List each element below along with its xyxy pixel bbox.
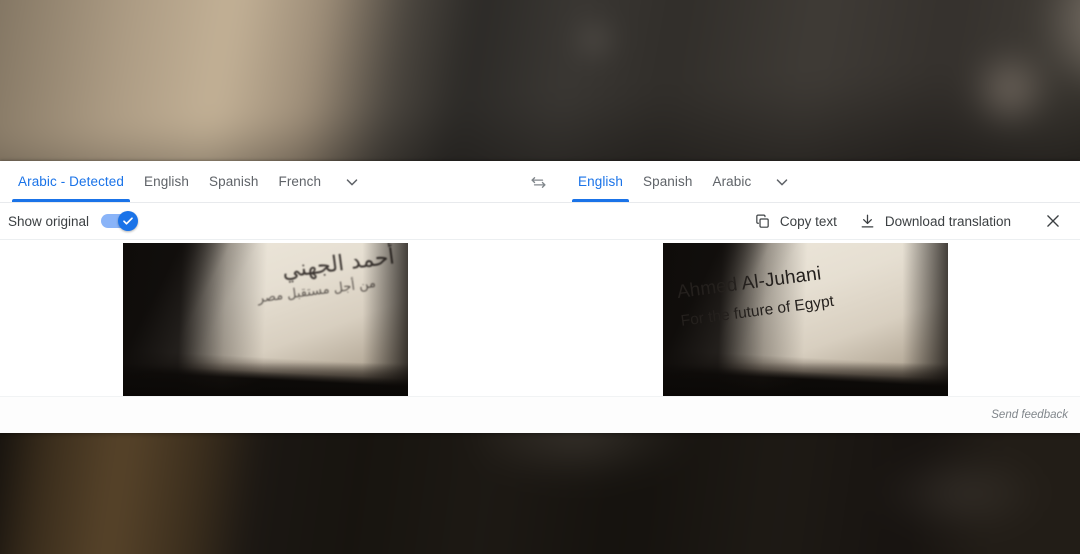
- show-original-control[interactable]: Show original: [0, 211, 139, 231]
- check-icon: [122, 215, 134, 227]
- source-tab-arabic-detected[interactable]: Arabic - Detected: [8, 161, 134, 202]
- source-tab-spanish[interactable]: Spanish: [199, 161, 269, 202]
- translate-panel: Arabic - Detected English Spanish French: [0, 161, 1080, 433]
- source-tab-french-label: French: [278, 174, 322, 189]
- language-bar: Arabic - Detected English Spanish French: [0, 161, 1080, 203]
- translated-image-thumbnail[interactable]: Ahmed Al-Juhani For the future of Egypt: [663, 243, 948, 396]
- source-tab-english-label: English: [144, 174, 189, 189]
- send-feedback-link[interactable]: Send feedback: [991, 409, 1068, 421]
- chevron-down-icon: [343, 173, 361, 191]
- show-original-label: Show original: [8, 213, 90, 229]
- panel-footer: Send feedback: [0, 396, 1080, 433]
- close-icon: [1044, 212, 1062, 230]
- close-button[interactable]: [1036, 206, 1070, 236]
- copy-icon: [754, 213, 771, 230]
- source-tab-arabic-detected-label: Arabic - Detected: [18, 174, 124, 189]
- chevron-down-icon: [773, 173, 791, 191]
- source-language-tabs: Arabic - Detected English Spanish French: [0, 161, 373, 202]
- target-tab-spanish[interactable]: Spanish: [633, 161, 703, 202]
- original-photo: [123, 243, 408, 396]
- copy-text-button[interactable]: Copy text: [745, 208, 846, 235]
- video-background-bottom: [0, 433, 1080, 554]
- swap-horizontal-icon: [529, 173, 548, 192]
- blurred-video-frame-bottom: [0, 433, 1080, 554]
- source-language-more-button[interactable]: [331, 161, 373, 202]
- source-tab-english[interactable]: English: [134, 161, 199, 202]
- download-translation-label: Download translation: [884, 213, 1011, 229]
- screen: Arabic - Detected English Spanish French: [0, 0, 1080, 554]
- target-tab-spanish-label: Spanish: [642, 174, 693, 189]
- video-background-top: [0, 0, 1080, 161]
- original-image-thumbnail[interactable]: أحمد الجهني من أجل مستقبل مصر: [123, 243, 408, 396]
- blurred-video-frame-top: [0, 0, 1080, 161]
- copy-text-label: Copy text: [779, 213, 837, 229]
- translated-photo: [663, 243, 948, 396]
- target-language-tabs: English Spanish Arabic: [568, 161, 803, 202]
- download-translation-button[interactable]: Download translation: [850, 208, 1020, 235]
- target-tab-english-label: English: [578, 174, 623, 189]
- show-original-toggle[interactable]: [101, 211, 139, 231]
- download-icon: [859, 213, 876, 230]
- target-language-more-button[interactable]: [761, 161, 803, 202]
- target-tab-arabic-label: Arabic: [712, 174, 752, 189]
- target-tab-english[interactable]: English: [568, 161, 633, 202]
- results-area: أحمد الجهني من أجل مستقبل مصر Ahmed Al-J…: [0, 240, 1080, 396]
- toggle-knob: [118, 211, 139, 231]
- swap-languages-button[interactable]: [524, 169, 552, 195]
- action-buttons: Copy text Download translation: [745, 206, 1070, 236]
- action-bar: Show original Copy text Download transla…: [0, 203, 1080, 240]
- target-tab-arabic[interactable]: Arabic: [702, 161, 761, 202]
- source-tab-french[interactable]: French: [268, 161, 331, 202]
- source-tab-spanish-label: Spanish: [208, 174, 259, 189]
